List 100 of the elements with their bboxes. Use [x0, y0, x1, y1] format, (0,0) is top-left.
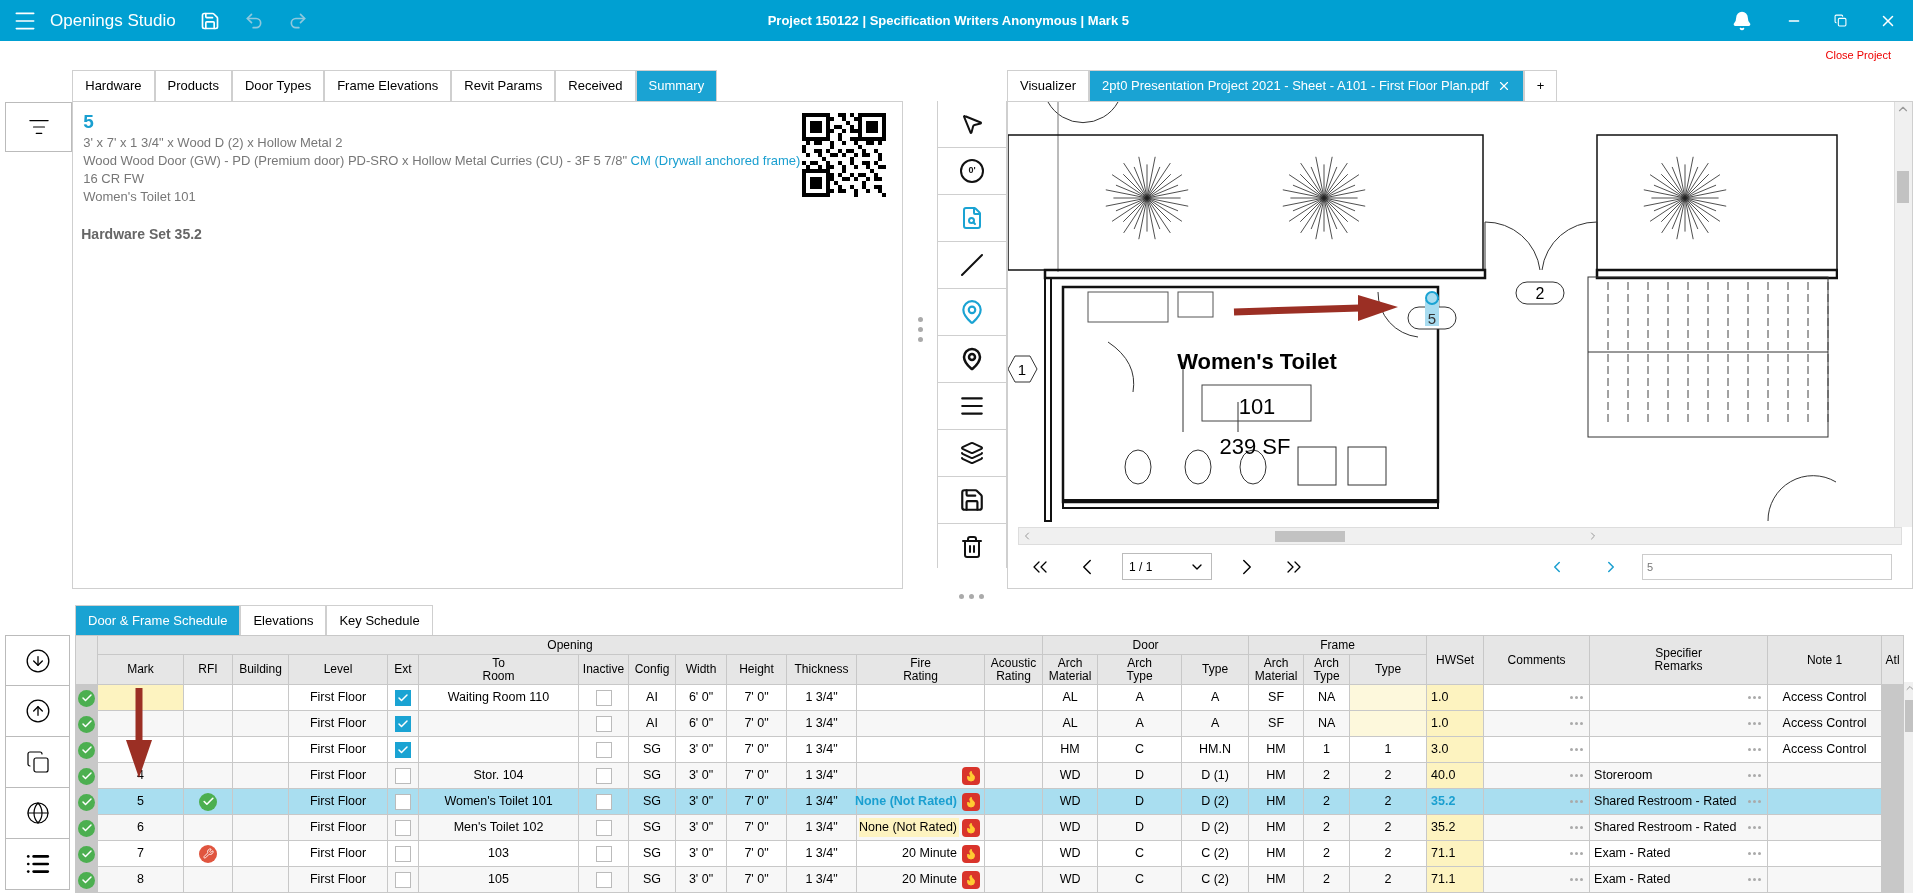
scroll-thumb[interactable]: [1275, 530, 1345, 542]
tab[interactable]: +: [1523, 70, 1558, 101]
tab[interactable]: Revit Params: [451, 70, 556, 101]
download-button[interactable]: [5, 635, 70, 686]
table-cell: First Floor: [288, 710, 388, 737]
table-cell-text: 20 Minute: [901, 845, 958, 862]
table-row[interactable]: 5 First Floor Women's Toilet 101 SG 3' 0" 7' 0" 1 3/4" None (Not Rated) WD D D (2) HM 2 2 35.2 Shared Restroom - Rated: [75, 788, 1904, 815]
table-cell: WD: [1042, 788, 1098, 815]
ellipsis-icon[interactable]: [1570, 878, 1584, 881]
room-number: 101: [1238, 394, 1276, 419]
search-field[interactable]: 5: [1642, 553, 1892, 580]
plan-canvas[interactable]: Women's Toilet 101 239 SF 1 2 5: [1008, 102, 1894, 527]
fire-icon: [962, 792, 980, 811]
page-select[interactable]: 1 / 1: [1122, 553, 1212, 580]
checkbox[interactable]: [595, 793, 612, 810]
ellipsis-icon[interactable]: [1748, 696, 1762, 699]
checkbox[interactable]: [595, 767, 612, 784]
checkbox[interactable]: [395, 845, 411, 862]
table-cell: HM: [1248, 736, 1304, 763]
line-icon[interactable]: [960, 253, 984, 277]
tab[interactable]: Door Types: [231, 70, 325, 101]
table-row[interactable]: 8 First Floor 105 SG 3' 0" 7' 0" 1 3/4" 20 Minute WD C C (2) HM 2 2 71.1 Exam - Rated: [75, 866, 1904, 893]
ellipsis-icon[interactable]: [1570, 800, 1584, 803]
table-cell: 2: [1349, 814, 1427, 841]
filter-button[interactable]: [5, 102, 72, 152]
ellipsis-icon[interactable]: [1570, 774, 1584, 777]
layers-icon[interactable]: [960, 441, 984, 465]
table-cell: 7' 0": [726, 840, 787, 867]
column-header: Mark: [97, 654, 184, 685]
table-cell: First Floor: [288, 762, 388, 789]
vertical-scrollbar[interactable]: [1904, 682, 1913, 893]
table-cell: 5: [97, 788, 184, 815]
checkbox[interactable]: [395, 767, 411, 784]
checkbox[interactable]: [395, 793, 411, 810]
checkbox[interactable]: [395, 689, 411, 706]
trash-icon[interactable]: [960, 535, 984, 559]
close-project-link[interactable]: Close Project: [1825, 47, 1891, 64]
column-header: To Room: [418, 654, 579, 685]
table-cell: NA: [1303, 710, 1350, 737]
table-row[interactable]: 6 First Floor Men's Toilet 102 SG 3' 0" 7' 0" 1 3/4" None (Not Rated) WD D D (2) HM 2 2 35.2 Shared Restroom - Rated: [75, 814, 1904, 841]
checkbox[interactable]: [595, 689, 612, 706]
table-row[interactable]: First Floor SG 3' 0" 7' 0" 1 3/4" HM C HM.N HM 1 1 3.0 Access Control: [75, 736, 1904, 763]
table-cell: 7' 0": [726, 866, 787, 893]
splitter-handle-icon[interactable]: [917, 317, 923, 342]
pin-icon[interactable]: [959, 299, 985, 325]
column-header: Thickness: [786, 654, 857, 685]
copy-button[interactable]: [5, 737, 70, 788]
checkbox[interactable]: [595, 845, 612, 862]
save-icon[interactable]: [959, 487, 985, 513]
rotate-angle-icon[interactable]: 0': [960, 159, 984, 183]
table-cell: 2: [1349, 866, 1427, 893]
globe-button[interactable]: [5, 788, 70, 839]
horizontal-scrollbar[interactable]: [1018, 527, 1902, 545]
tab[interactable]: Frame Elevations: [324, 70, 452, 101]
table-row[interactable]: First Floor Waiting Room 110 AI 6' 0" 7' 0" 1 3/4" AL A A SF NA 1.0 Access Control: [75, 684, 1904, 711]
table-row[interactable]: First Floor AI 6' 0" 7' 0" 1 3/4" AL A A SF NA 1.0 Access Control: [75, 710, 1904, 737]
table-cell: 3' 0": [675, 840, 727, 867]
check-icon: [397, 743, 409, 756]
ellipsis-icon[interactable]: [1748, 826, 1762, 829]
checkbox[interactable]: [595, 715, 612, 732]
ellipsis-icon[interactable]: [1570, 748, 1584, 751]
scroll-thumb[interactable]: [1897, 171, 1910, 203]
checkbox[interactable]: [395, 871, 411, 888]
ellipsis-icon[interactable]: [1748, 748, 1762, 751]
tab[interactable]: Visualizer: [1007, 70, 1090, 101]
bell-icon[interactable]: [1732, 10, 1752, 31]
pin-filter-icon[interactable]: [960, 347, 984, 371]
ellipsis-icon[interactable]: [1570, 722, 1584, 725]
ellipsis-icon[interactable]: [1748, 878, 1762, 881]
header-corner: [75, 635, 98, 685]
checkbox[interactable]: [595, 741, 612, 758]
document-search-icon[interactable]: [960, 206, 984, 230]
checkbox[interactable]: [595, 819, 612, 836]
list-button[interactable]: [5, 839, 70, 890]
tab[interactable]: Hardware: [72, 70, 155, 101]
checkbox[interactable]: [395, 715, 411, 732]
ellipsis-icon[interactable]: [1748, 852, 1762, 855]
ellipsis-icon[interactable]: [1570, 852, 1584, 855]
restore-icon[interactable]: [1834, 14, 1847, 27]
table-cell-text: 20 Minute: [901, 871, 958, 888]
upload-button[interactable]: [5, 686, 70, 737]
scroll-thumb[interactable]: [1905, 700, 1913, 732]
checkbox[interactable]: [595, 871, 612, 888]
tab[interactable]: Products: [154, 70, 232, 101]
table-cell-text: Shared Restroom - Rated: [1594, 793, 1737, 811]
table-cell: SG: [628, 788, 676, 815]
table-cell: D (1): [1181, 762, 1249, 789]
ellipsis-icon[interactable]: [1748, 800, 1762, 803]
ellipsis-icon[interactable]: [1748, 722, 1762, 725]
vertical-scrollbar[interactable]: [1894, 102, 1912, 527]
tab[interactable]: Elevations: [240, 605, 327, 635]
checkbox[interactable]: [395, 741, 411, 758]
ellipsis-icon[interactable]: [1570, 826, 1584, 829]
pointer-icon[interactable]: [960, 112, 984, 136]
tab[interactable]: Key Schedule: [326, 605, 433, 635]
checkbox[interactable]: [395, 819, 411, 836]
tab[interactable]: Received: [555, 70, 636, 101]
table-row[interactable]: 7 First Floor 103 SG 3' 0" 7' 0" 1 3/4" 20 Minute WD C C (2) HM 2 2 71.1 Exam - Rated: [75, 840, 1904, 867]
ellipsis-icon[interactable]: [1570, 696, 1584, 699]
ellipsis-icon[interactable]: [1748, 774, 1762, 777]
